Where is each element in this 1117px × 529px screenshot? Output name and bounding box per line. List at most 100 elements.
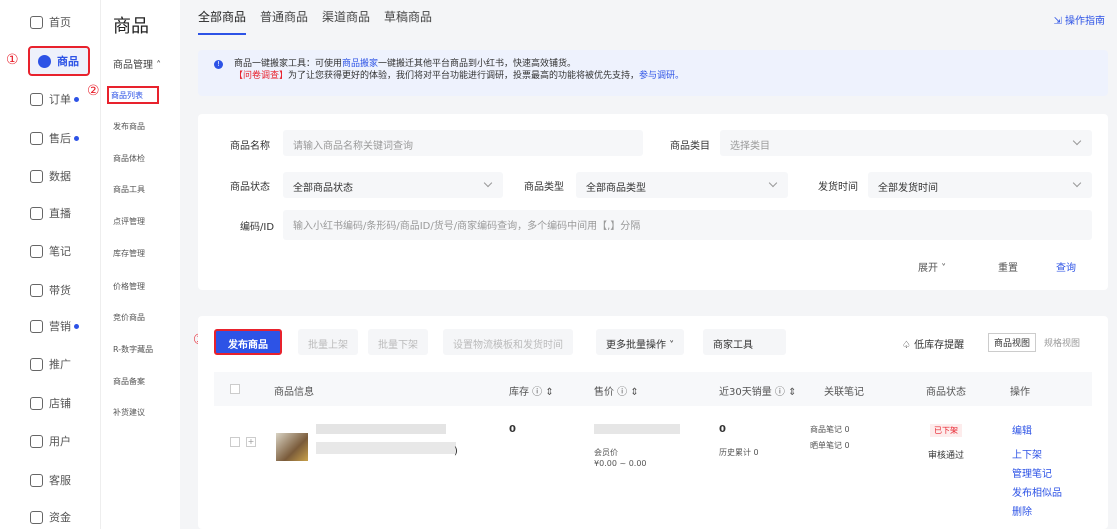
app-root: 首页 商品 订单 售后 数据 直播 笔记 带货 营销 推广 店铺 用户 客服 资… [0, 0, 1117, 529]
code-label: 编码/ID [240, 222, 275, 233]
shop-icon [30, 396, 43, 410]
ship-select[interactable]: 全部发货时间 [868, 172, 1092, 198]
filter-panel: 商品名称 请输入商品名称关键词查询 商品类目 选择类目 商品状态 全部商品状态 … [198, 114, 1108, 290]
guide-icon: ⇲ [1053, 16, 1065, 27]
main-content: 全部商品 普通商品 渠道商品 草稿商品 ⇲ 操作指南 ! 商品一键搬家工具：可使… [180, 0, 1117, 529]
category-select[interactable]: 选择类目 [720, 130, 1092, 156]
nav-item-marketing[interactable]: 营销 [30, 318, 79, 334]
survey-link[interactable]: 参与调研。 [639, 71, 684, 81]
reset-button[interactable]: 重置 [998, 259, 1018, 274]
goods-list-panel: 发布商品 批量上架 批量下架 设置物流模板和发货时间 更多批量操作 ˅ 商家工具… [198, 316, 1108, 529]
note-icon [30, 244, 43, 258]
home-icon [30, 15, 43, 29]
sub-item-goods-list[interactable]: 商品列表 [107, 86, 159, 104]
manage-notes-link[interactable]: 管理笔记 [1012, 465, 1052, 480]
guide-link[interactable]: ⇲ 操作指南 [1053, 12, 1105, 27]
annotation-2: ② [87, 83, 100, 99]
product-meta-tail: ) [454, 446, 458, 457]
nav-item-live[interactable]: 直播 [30, 205, 71, 221]
audit-status: 审核通过 [928, 451, 965, 461]
edit-link[interactable]: 编辑 [1012, 422, 1032, 437]
nav-item-fund[interactable]: 资金 [30, 509, 71, 525]
toggle-listing-link[interactable]: 上下架 [1012, 446, 1042, 461]
ship-label: 发货时间 [818, 182, 858, 193]
sub-item-digital[interactable]: R-数字藏品 [113, 344, 153, 355]
sub-item-record[interactable]: 商品备案 [113, 376, 145, 387]
product-notes: 商品笔记 0 [810, 425, 850, 434]
move-link[interactable]: 商品搬家 [342, 59, 378, 69]
service-icon [30, 473, 43, 487]
stock-value: 0 [509, 424, 516, 435]
product-thumbnail[interactable] [276, 433, 308, 461]
type-label: 商品类型 [524, 182, 564, 193]
select-all-checkbox[interactable] [230, 384, 240, 394]
sub-nav: 商品 商品管理 ˄ 发布商品 商品体检 商品工具 点评管理 库存管理 价格管理 … [100, 0, 180, 529]
nav-item-bag[interactable]: 带货 [30, 282, 71, 298]
nav-item-shop[interactable]: 店铺 [30, 395, 71, 411]
data-icon [30, 169, 43, 183]
row-checkbox[interactable] [230, 437, 240, 447]
nav-item-data[interactable]: 数据 [30, 168, 71, 184]
tab-channel[interactable]: 渠道商品 [322, 8, 370, 35]
sales-total: 历史累计 0 [719, 448, 759, 457]
sub-item-tools[interactable]: 商品工具 [113, 184, 145, 195]
review-notes: 晒单笔记 0 [810, 441, 850, 450]
more-batch-button[interactable]: 更多批量操作 ˅ [596, 329, 685, 355]
sub-item-price[interactable]: 价格管理 [113, 281, 145, 292]
nav-item-service[interactable]: 客服 [30, 472, 71, 488]
chevron-down-icon [768, 178, 778, 188]
sub-nav-group[interactable]: 商品管理 ˄ [113, 56, 161, 71]
nav-item-user[interactable]: 用户 [30, 433, 71, 449]
delete-link[interactable]: 删除 [1012, 503, 1032, 518]
notice-banner: ! 商品一键搬家工具：可使用商品搬家一键搬迁其他平台商品到小红书，快速高效铺货。… [198, 50, 1108, 96]
nav-item-goods[interactable]: 商品 [28, 46, 90, 76]
name-input[interactable]: 请输入商品名称关键词查询 [283, 130, 643, 156]
tab-draft[interactable]: 草稿商品 [384, 8, 432, 35]
nav-item-promote[interactable]: 推广 [30, 356, 71, 372]
user-icon [30, 434, 43, 448]
expand-row-icon[interactable]: + [246, 437, 256, 447]
sub-item-review[interactable]: 点评管理 [113, 216, 145, 227]
sub-item-bid[interactable]: 竞价商品 [113, 312, 145, 323]
chevron-down-icon [483, 178, 493, 188]
th-price[interactable]: 售价 ⓘ ⇕ [594, 383, 639, 398]
tab-normal[interactable]: 普通商品 [260, 8, 308, 35]
th-sales[interactable]: 近30天销量 ⓘ ⇕ [719, 383, 796, 398]
info-icon: ! [214, 60, 223, 69]
expand-button[interactable]: 展开 ˅ [918, 259, 946, 274]
batch-off-button[interactable]: 批量下架 [368, 329, 428, 355]
nav-item-home[interactable]: 首页 [30, 14, 71, 30]
nav-item-aftersale[interactable]: 售后 [30, 130, 79, 146]
view-spec-tab[interactable]: 规格视图 [1044, 336, 1080, 349]
category-label: 商品类目 [670, 141, 710, 152]
sub-item-restock[interactable]: 补货建议 [113, 407, 145, 418]
low-stock-toggle[interactable]: ♤ 低库存提醒 [902, 336, 964, 351]
sub-item-check[interactable]: 商品体检 [113, 153, 145, 164]
fund-icon [30, 510, 43, 524]
tab-all[interactable]: 全部商品 [198, 8, 247, 35]
query-button[interactable]: 查询 [1056, 259, 1076, 274]
batch-on-button[interactable]: 批量上架 [298, 329, 358, 355]
price-blurred [594, 424, 680, 434]
sub-item-publish[interactable]: 发布商品 [113, 121, 145, 132]
publish-similar-link[interactable]: 发布相似品 [1012, 484, 1062, 499]
sub-item-stock[interactable]: 库存管理 [113, 248, 145, 259]
tab-bar: 全部商品 普通商品 渠道商品 草稿商品 [198, 8, 432, 35]
code-input[interactable]: 输入小红书编码/条形码/商品ID/货号/商家编码查询，多个编码中间用【,】分隔 [283, 210, 1092, 240]
order-icon [30, 92, 43, 106]
type-select[interactable]: 全部商品类型 [576, 172, 788, 198]
survey-tag: 【问卷调查】 [234, 71, 289, 81]
status-label: 商品状态 [230, 182, 270, 193]
view-goods-tab[interactable]: 商品视图 [988, 333, 1037, 352]
status-select[interactable]: 全部商品状态 [283, 172, 503, 198]
logistics-button[interactable]: 设置物流模板和发货时间 [443, 329, 573, 355]
chevron-down-icon [1072, 136, 1082, 146]
goods-icon [38, 54, 51, 68]
status-badge: 已下架 [930, 424, 962, 437]
nav-item-note[interactable]: 笔记 [30, 243, 71, 259]
nav-item-order[interactable]: 订单 [30, 91, 79, 107]
member-price-label: 会员价 [594, 448, 618, 457]
merchant-tools-button[interactable]: 商家工具 [703, 329, 786, 355]
publish-button[interactable]: 发布商品 [214, 329, 282, 355]
th-stock[interactable]: 库存 ⓘ ⇕ [509, 383, 554, 398]
